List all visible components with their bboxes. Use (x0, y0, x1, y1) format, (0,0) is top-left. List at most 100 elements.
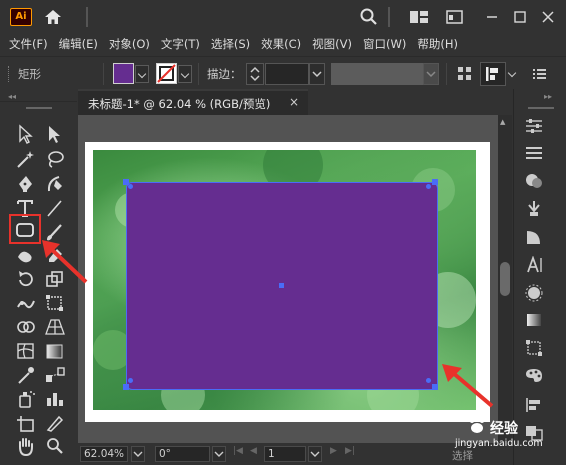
menu-view[interactable]: 视图(V) (312, 36, 352, 52)
curvature-tool-icon[interactable] (43, 174, 67, 194)
next-artboard-icon[interactable]: ▶ (330, 446, 337, 456)
title-divider (388, 7, 390, 27)
close-button[interactable] (538, 8, 558, 26)
rotation-field[interactable]: 0° (155, 446, 210, 462)
minimize-button[interactable] (482, 8, 502, 26)
menu-window[interactable]: 窗口(W) (363, 36, 406, 52)
center-point[interactable] (279, 283, 284, 288)
scroll-up-icon[interactable]: ▲ (500, 118, 505, 126)
selection-tool-icon[interactable] (14, 124, 38, 144)
hand-tool-icon[interactable] (14, 436, 38, 456)
corner-widget[interactable] (128, 378, 133, 383)
panel-grip[interactable] (528, 107, 554, 109)
menu-object[interactable]: 对象(O) (109, 36, 150, 52)
document-tab[interactable]: 未标题-1* @ 62.04 % (RGB/预览) × (78, 89, 308, 115)
align-panel-icon[interactable] (524, 396, 544, 414)
menu-effect[interactable]: 效果(C) (261, 36, 301, 52)
menu-select[interactable]: 选择(S) (211, 36, 250, 52)
first-artboard-icon[interactable]: |◀ (233, 446, 243, 456)
shape-builder-tool-icon[interactable] (14, 317, 38, 337)
menu-help[interactable]: 帮助(H) (417, 36, 458, 52)
rotate-tool-icon[interactable] (14, 269, 38, 289)
resize-handle-tr[interactable] (432, 179, 438, 185)
column-graph-tool-icon[interactable] (43, 389, 67, 409)
menu-edit[interactable]: 编辑(E) (59, 36, 98, 52)
panel-grip[interactable] (26, 107, 52, 109)
zoom-dropdown[interactable] (131, 446, 145, 462)
transform-icon[interactable] (524, 339, 544, 357)
perspective-grid-tool-icon[interactable] (43, 317, 67, 337)
zoom-tool-icon[interactable] (43, 436, 67, 456)
search-icon[interactable] (358, 7, 380, 27)
fill-dropdown[interactable] (135, 65, 149, 83)
baidu-paw-icon (466, 414, 488, 436)
align-grid-icon[interactable] (456, 65, 474, 83)
magic-wand-tool-icon[interactable] (14, 149, 38, 169)
corner-widget[interactable] (128, 184, 133, 189)
maximize-button[interactable] (510, 8, 530, 26)
transparency-icon[interactable] (524, 311, 544, 329)
menu-file[interactable]: 文件(F) (9, 36, 48, 52)
layers-icon[interactable] (524, 144, 544, 162)
watermark-text: 经验 (490, 421, 518, 437)
expand-icon[interactable]: ▸▸ (544, 92, 552, 101)
title-bar: Ai (0, 0, 566, 34)
corner-widget[interactable] (426, 184, 431, 189)
rectangle-tool-icon[interactable] (13, 220, 37, 240)
panel-grip[interactable] (8, 66, 11, 82)
divider (446, 63, 447, 85)
menu-type[interactable]: 文字(T) (161, 36, 200, 52)
rotation-dropdown[interactable] (212, 446, 226, 462)
align-dropdown[interactable] (506, 65, 520, 83)
corner-widget[interactable] (426, 378, 431, 383)
stroke-dropdown[interactable] (178, 65, 192, 83)
stroke-weight-dropdown[interactable] (309, 63, 325, 85)
graphic-styles-icon[interactable] (524, 367, 544, 385)
last-artboard-icon[interactable]: ▶| (345, 446, 355, 456)
symbol-sprayer-tool-icon[interactable] (14, 389, 38, 409)
gradient-tool-icon[interactable] (43, 341, 67, 361)
panel-menu-icon[interactable] (532, 66, 548, 82)
shaper-tool-icon[interactable] (14, 245, 38, 265)
artboard-number-field[interactable]: 1 (264, 446, 306, 462)
mesh-tool-icon[interactable] (14, 341, 38, 361)
stroke-weight-stepper[interactable] (246, 63, 264, 85)
direct-selection-tool-icon[interactable] (43, 124, 67, 144)
line-tool-icon[interactable] (43, 198, 67, 218)
artboard-dropdown[interactable] (308, 446, 322, 462)
color-icon[interactable] (524, 172, 544, 190)
stroke-weight-input[interactable] (265, 63, 309, 85)
symbols-icon[interactable] (524, 199, 544, 217)
artboard-tool-icon[interactable] (14, 413, 38, 433)
slice-tool-icon[interactable] (43, 413, 67, 433)
eyedropper-tool-icon[interactable] (14, 365, 38, 385)
home-icon[interactable] (42, 7, 64, 27)
properties-icon[interactable] (524, 117, 544, 135)
red-arrow-icon (38, 236, 88, 286)
app-logo: Ai (10, 8, 32, 26)
blend-tool-icon[interactable] (43, 365, 67, 385)
scrollbar-thumb[interactable] (500, 262, 510, 296)
free-transform-tool-icon[interactable] (43, 293, 67, 313)
resize-handle-bl[interactable] (123, 384, 129, 390)
collapse-icon[interactable]: ◂◂ (8, 92, 16, 101)
zoom-field[interactable]: 62.04% (80, 446, 128, 462)
arrange-documents-icon[interactable] (408, 7, 430, 27)
appearance-icon[interactable] (524, 284, 544, 302)
previous-artboard-icon[interactable]: ◀ (250, 446, 257, 456)
pen-tool-icon[interactable] (14, 174, 38, 194)
character-icon[interactable] (524, 256, 544, 274)
workspace-icon[interactable] (444, 7, 466, 27)
stroke-none-swatch[interactable] (156, 63, 177, 84)
control-bar: 矩形 描边： (0, 56, 566, 89)
warp-tool-icon[interactable] (14, 293, 38, 313)
fill-color-swatch[interactable] (113, 63, 134, 84)
divider (198, 63, 199, 85)
graphic-style-dropdown[interactable] (423, 63, 439, 85)
graphic-style-box[interactable] (331, 63, 423, 85)
close-tab-icon[interactable]: × (289, 95, 299, 109)
stroke-panel-icon[interactable] (524, 228, 544, 246)
lasso-tool-icon[interactable] (43, 149, 67, 169)
status-selection-label: 选择 (452, 450, 473, 462)
align-options-icon[interactable] (480, 62, 506, 86)
